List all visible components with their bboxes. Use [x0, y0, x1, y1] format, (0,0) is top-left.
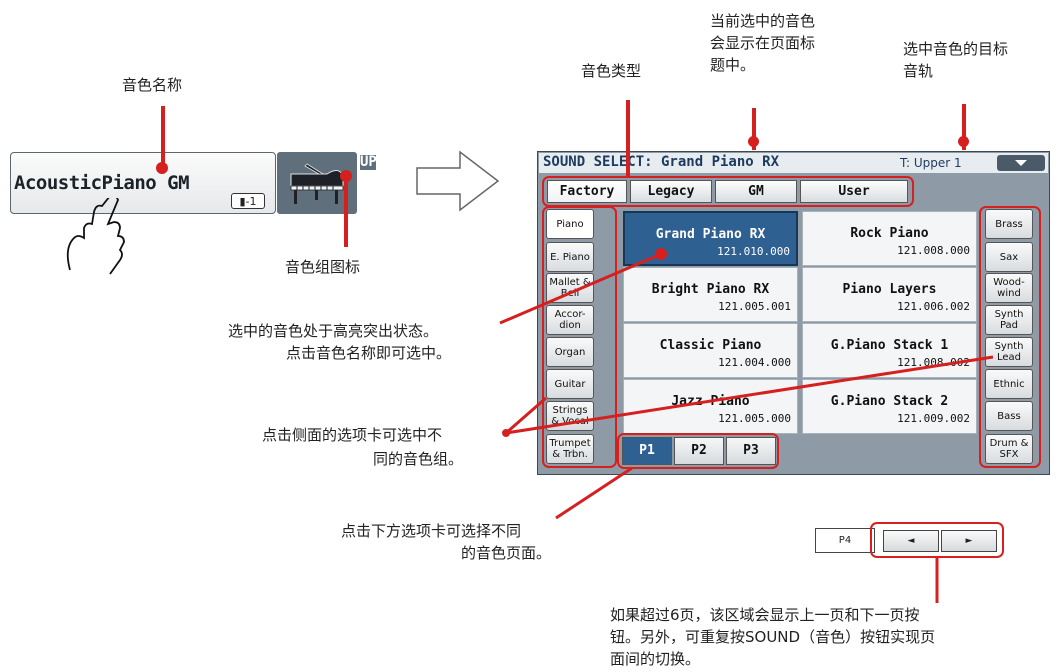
label-nav-note-2: 钮。另外，可重复按SOUND（音色）按钮实现页: [610, 628, 936, 646]
highlight-nav-buttons: [870, 522, 1004, 558]
page-tab-p4[interactable]: P4: [815, 528, 875, 553]
label-nav-note-1: 如果超过6页，该区域会显示上一页和下一页按: [610, 606, 920, 624]
callout-lines: [499, 248, 994, 603]
label-nav-note-3: 面间的切换。: [610, 650, 701, 668]
